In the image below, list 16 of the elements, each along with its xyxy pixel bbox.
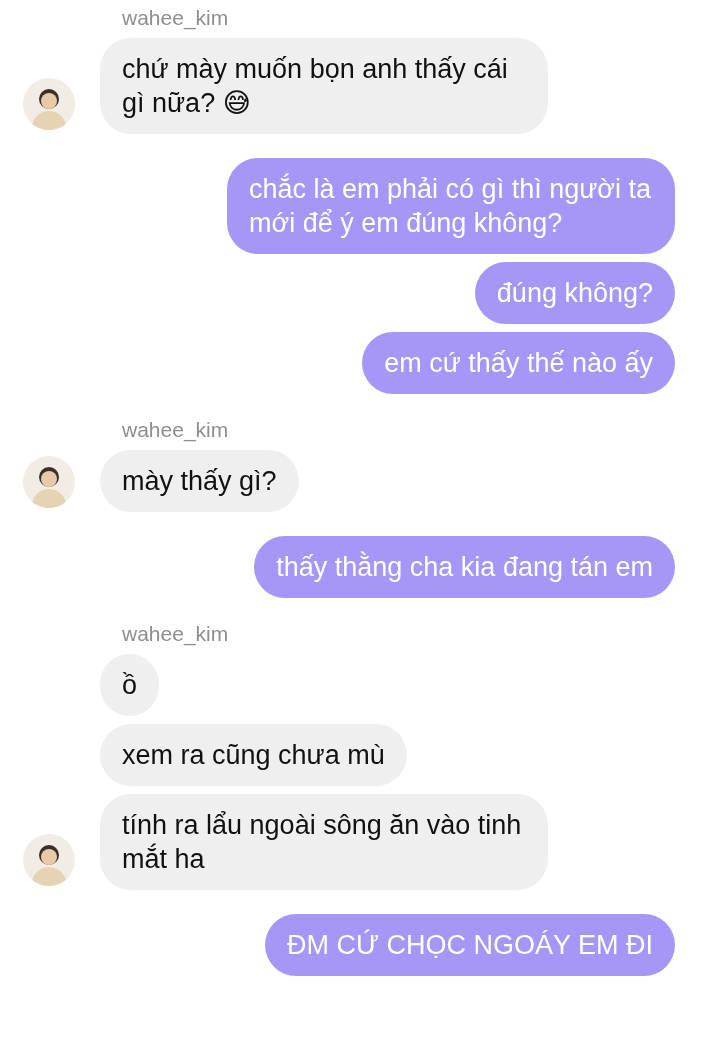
message-bubble: đúng không? [474, 262, 675, 324]
avatar-icon[interactable] [23, 834, 75, 886]
message-bubble: thấy thằng cha kia đang tán em [254, 536, 675, 598]
message-bubble: tính ra lẩu ngoài sông ăn vào tinh mắt ha [100, 794, 548, 890]
avatar-icon[interactable] [23, 78, 75, 130]
message-bubble: mày thấy gì? [100, 450, 299, 512]
message-bubble: xem ra cũng chưa mù [100, 724, 407, 786]
sender-name: wahee_kim [121, 622, 230, 646]
message-bubble: chắc là em phải có gì thì người ta mới để ý em đúng không? [227, 158, 675, 254]
message-bubble: ồ [100, 654, 160, 716]
sender-name: wahee_kim [121, 418, 230, 442]
message-bubble: ĐM CỨ CHỌC NGOÁY EM ĐI [264, 914, 675, 976]
avatar-icon[interactable] [23, 456, 75, 508]
sender-name: wahee_kim [121, 6, 230, 30]
message-bubble: em cứ thấy thế nào ấy [362, 332, 675, 394]
message-bubble: chứ mày muốn bọn anh thấy cái gì nữa? 😅 [100, 38, 548, 134]
